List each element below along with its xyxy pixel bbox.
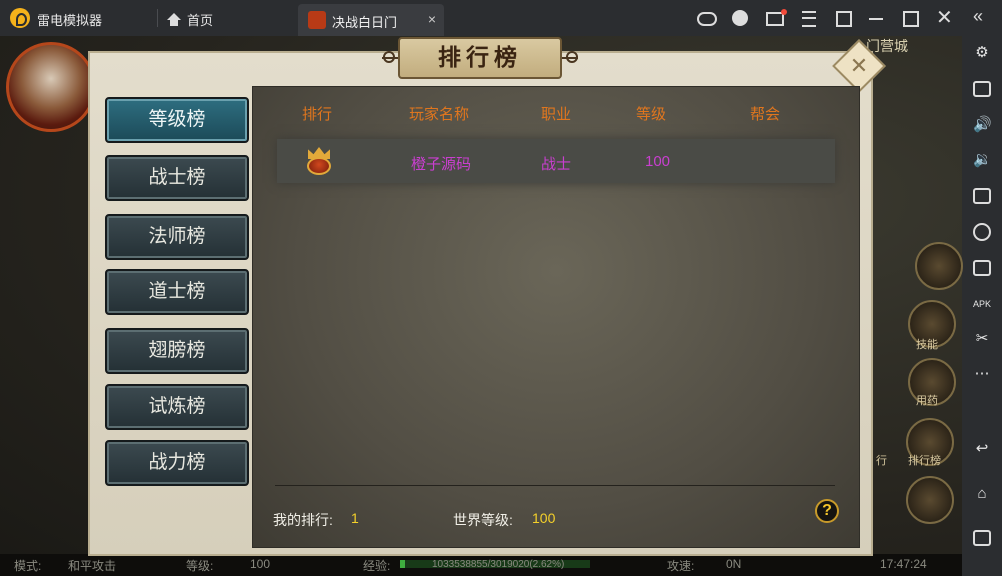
settings-icon[interactable]: ⚙: [973, 44, 991, 62]
skill-label: 排行榜: [908, 455, 941, 467]
exp-bar-fill: [400, 560, 405, 568]
header-job: 职业: [541, 106, 572, 123]
close-window-icon[interactable]: ✕: [936, 5, 956, 29]
level-label: 等级:: [186, 559, 214, 573]
user-icon[interactable]: [732, 10, 748, 26]
mail-icon[interactable]: [766, 9, 787, 26]
skill-slot[interactable]: [915, 242, 963, 290]
fullscreen-icon[interactable]: [973, 188, 991, 204]
tab-warrior-ranking[interactable]: 战士榜: [105, 155, 249, 201]
minimize-icon[interactable]: [869, 18, 883, 20]
tab-level-ranking[interactable]: 等级榜: [105, 97, 249, 143]
emulator-titlebar: 雷电模拟器 首页 决战白日门 × ✕ «: [0, 0, 1002, 36]
skill-label: 用药: [916, 395, 938, 407]
header-guild: 帮会: [750, 106, 781, 123]
maximize-icon[interactable]: [903, 11, 919, 27]
tab-wings-ranking[interactable]: 翅膀榜: [105, 328, 249, 374]
skill-slot[interactable]: [906, 476, 954, 524]
tab-mage-ranking[interactable]: 法师榜: [105, 214, 249, 260]
clock: 17:47:24: [880, 557, 927, 571]
back-icon[interactable]: ↩: [973, 440, 991, 458]
ranking-list-panel: 排行 玩家名称 职业 等级 帮会 橙子源码 战士 100 我的排行: 1 世界等…: [252, 86, 860, 548]
apk-icon[interactable]: APK: [973, 295, 991, 313]
title-ornament: [383, 51, 395, 63]
dialog-title: 排行榜: [438, 44, 522, 71]
attack-value: 0N: [726, 557, 742, 571]
close-icon: ✕: [849, 53, 869, 78]
crown-icon: [305, 145, 333, 177]
screenshot-icon[interactable]: ✂: [973, 330, 991, 348]
player-avatar[interactable]: [6, 42, 96, 132]
game-tab-icon: [308, 11, 326, 29]
divider: [157, 9, 158, 27]
mode-value: 和平攻击: [68, 559, 117, 573]
emulator-logo-icon: [10, 8, 30, 28]
home-icon: [167, 12, 181, 27]
skill-label: 技能: [916, 339, 938, 351]
row-level: 100: [645, 153, 671, 170]
tab-trial-ranking[interactable]: 试炼榜: [105, 384, 249, 430]
exp-value: 1033538855/3019020(2.62%): [432, 559, 565, 570]
home-tab-label: 首页: [187, 13, 214, 28]
my-rank-label: 我的排行:: [273, 512, 333, 528]
keyboard-icon[interactable]: [973, 81, 991, 97]
title-ornament: [566, 51, 578, 63]
level-value: 100: [250, 557, 271, 571]
attack-label: 攻速:: [667, 559, 695, 573]
game-status-bar: 模式: 和平攻击 等级: 100 经验: 1033538855/3019020(…: [0, 554, 962, 576]
window-mode-icon[interactable]: [836, 11, 852, 27]
app-name: 雷电模拟器: [37, 13, 103, 28]
more-icon[interactable]: ⋯: [973, 365, 991, 383]
collapse-sidebar-icon[interactable]: «: [973, 6, 993, 26]
dialog-title-plaque: 排行榜: [398, 37, 562, 79]
mode-label: 模式:: [14, 559, 42, 573]
home-tab[interactable]: 首页: [167, 10, 213, 29]
game-tab[interactable]: 决战白日门 ×: [298, 4, 444, 36]
exp-label: 经验:: [363, 559, 391, 573]
tab-taoist-ranking[interactable]: 道士榜: [105, 269, 249, 315]
help-button[interactable]: ?: [815, 499, 839, 523]
header-level: 等级: [636, 106, 667, 123]
tab-close-icon[interactable]: ×: [428, 11, 436, 27]
record-icon[interactable]: [973, 223, 991, 241]
gamepad-icon[interactable]: [697, 12, 717, 26]
header-player-name: 玩家名称: [409, 106, 470, 123]
multi-instance-icon[interactable]: [973, 260, 991, 276]
volume-up-icon[interactable]: 🔊: [973, 116, 992, 134]
menu-icon[interactable]: [802, 11, 816, 27]
my-rank-value: 1: [351, 510, 359, 526]
world-level-label: 世界等级:: [453, 512, 513, 528]
game-tab-label: 决战白日门: [332, 15, 398, 30]
emulator-sidebar: ⚙ 🔊 🔉 APK ✂ ⋯ ↩ ⌂: [962, 36, 1002, 576]
volume-down-icon[interactable]: 🔉: [973, 151, 992, 169]
skill-label: 行: [876, 455, 887, 467]
home-nav-icon[interactable]: ⌂: [973, 485, 991, 503]
row-job: 战士: [541, 156, 572, 173]
divider: [275, 485, 835, 486]
header-rank: 排行: [302, 106, 333, 123]
tab-power-ranking[interactable]: 战力榜: [105, 440, 249, 486]
recent-apps-icon[interactable]: [973, 530, 991, 546]
row-player-name: 橙子源码: [411, 156, 472, 173]
world-level-value: 100: [532, 510, 556, 526]
